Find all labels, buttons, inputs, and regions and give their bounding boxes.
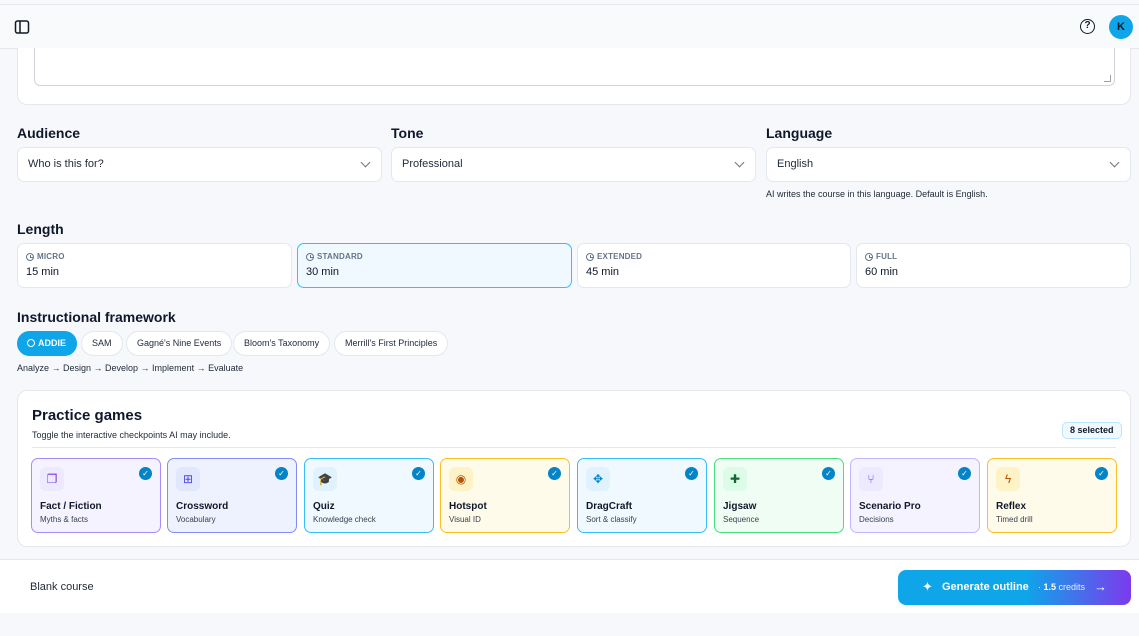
resize-grip-icon[interactable] [1104, 75, 1111, 82]
chevron-down-icon [734, 157, 745, 168]
audience-label: Audience [17, 125, 81, 141]
clock-icon [306, 252, 314, 261]
check-icon: ✓ [958, 467, 971, 480]
length-option-extended[interactable]: EXTENDED 45 min [577, 243, 851, 288]
crossword-icon: ⊞ [176, 467, 200, 491]
length-option-full[interactable]: FULL 60 min [856, 243, 1131, 288]
length-option-standard[interactable]: STANDARD 30 min [297, 243, 572, 288]
game-name: Crossword [176, 501, 229, 512]
audience-select[interactable]: Who is this for? [17, 147, 382, 182]
graduation-cap-icon: 🎓 [313, 467, 337, 491]
compass-icon [27, 339, 35, 347]
game-description: Knowledge check [313, 515, 376, 524]
length-option-value: 30 min [306, 266, 340, 278]
game-card-scenario-pro[interactable]: ⑂ ✓ Scenario Pro Decisions [850, 458, 980, 533]
language-value: English [777, 158, 814, 170]
framework-chip-gagn-s-nine-events[interactable]: Gagné's Nine Events [126, 331, 233, 356]
arrow-right-icon: → [1094, 579, 1107, 594]
game-description: Sort & classify [586, 515, 637, 524]
length-option-name: STANDARD [306, 252, 563, 261]
game-description: Timed drill [996, 515, 1033, 524]
check-icon: ✓ [275, 467, 288, 480]
help-icon[interactable]: ? [1080, 19, 1095, 34]
game-description: Visual ID [449, 515, 481, 524]
framework-chip-bloom-s-taxonomy[interactable]: Bloom's Taxonomy [233, 331, 331, 356]
check-icon: ✓ [1095, 467, 1108, 480]
framework-chip-addie[interactable]: ADDIE [17, 331, 78, 356]
game-name: Quiz [313, 501, 335, 512]
selected-count-badge: 8 selected [1062, 422, 1122, 439]
game-card-reflex[interactable]: ϟ ✓ Reflex Timed drill [987, 458, 1117, 533]
game-card-jigsaw[interactable]: ✚ ✓ Jigsaw Sequence [714, 458, 844, 533]
check-icon: ✓ [822, 467, 835, 480]
check-icon: ✓ [412, 467, 425, 480]
lightning-icon: ϟ [996, 467, 1020, 491]
description-textarea[interactable] [34, 48, 1115, 86]
framework-description: Analyze → Design → Develop → Implement →… [17, 363, 244, 373]
clock-icon [26, 252, 34, 261]
game-name: Fact / Fiction [40, 501, 102, 512]
generate-label: Generate outline [942, 581, 1029, 593]
game-card-dragcraft[interactable]: ✥ ✓ DragCraft Sort & classify [577, 458, 707, 533]
length-option-value: 60 min [865, 266, 899, 278]
game-name: Scenario Pro [859, 501, 921, 512]
check-icon: ✓ [685, 467, 698, 480]
length-option-micro[interactable]: MICRO 15 min [17, 243, 292, 288]
game-card-quiz[interactable]: 🎓 ✓ Quiz Knowledge check [304, 458, 434, 533]
games-subtitle: Toggle the interactive checkpoints AI ma… [32, 430, 231, 440]
avatar[interactable]: K [1109, 15, 1133, 39]
credits-label: · 1.5 credits [1038, 582, 1086, 592]
generate-outline-button[interactable]: ✦ Generate outline · 1.5 credits → [898, 570, 1131, 605]
game-description: Vocabulary [176, 515, 216, 524]
game-name: DragCraft [586, 501, 633, 512]
chevron-down-icon [360, 157, 371, 168]
game-description: Myths & facts [40, 515, 89, 524]
bottom-strip [0, 613, 1139, 636]
framework-chip-sam[interactable]: SAM [81, 331, 123, 356]
puzzle-icon: ✚ [723, 467, 747, 491]
description-card [17, 48, 1131, 105]
map-pin-icon: ◉ [449, 467, 473, 491]
tone-select[interactable]: Professional [391, 147, 756, 182]
language-hint: AI writes the course in this language. D… [766, 189, 988, 199]
language-label: Language [766, 125, 833, 141]
check-icon: ✓ [548, 467, 561, 480]
length-option-name: MICRO [26, 252, 283, 261]
framework-label: Instructional framework [17, 309, 176, 325]
branch-icon: ⑂ [859, 467, 883, 491]
clock-icon [586, 252, 594, 261]
audience-value: Who is this for? [28, 158, 104, 170]
language-select[interactable]: English [766, 147, 1131, 182]
length-option-value: 15 min [26, 266, 60, 278]
move-icon: ✥ [586, 467, 610, 491]
cards-icon: ❐ [40, 467, 64, 491]
tone-label: Tone [391, 125, 424, 141]
length-label: Length [17, 221, 64, 237]
length-option-value: 45 min [586, 266, 620, 278]
chevron-down-icon [1109, 157, 1120, 168]
clock-icon [865, 252, 873, 261]
footer-bar: Blank course ✦ Generate outline · 1.5 cr… [0, 559, 1139, 613]
sidebar-toggle-icon[interactable] [14, 19, 30, 35]
divider [32, 447, 1116, 448]
game-description: Decisions [859, 515, 894, 524]
length-option-name: EXTENDED [586, 252, 842, 261]
game-description: Sequence [723, 515, 760, 524]
check-icon: ✓ [139, 467, 152, 480]
game-name: Reflex [996, 501, 1027, 512]
length-option-name: FULL [865, 252, 1122, 261]
games-title: Practice games [32, 407, 143, 424]
game-card-hotspot[interactable]: ◉ ✓ Hotspot Visual ID [440, 458, 570, 533]
top-bar: ? K [0, 4, 1139, 49]
sparkles-icon: ✦ [922, 579, 933, 594]
game-name: Hotspot [449, 501, 487, 512]
game-card-fact-fiction[interactable]: ❐ ✓ Fact / Fiction Myths & facts [31, 458, 161, 533]
tone-value: Professional [402, 158, 463, 170]
framework-chip-merrill-s-first-principles[interactable]: Merrill's First Principles [334, 331, 449, 356]
game-card-crossword[interactable]: ⊞ ✓ Crossword Vocabulary [167, 458, 297, 533]
game-name: Jigsaw [723, 501, 757, 512]
blank-course-button[interactable]: Blank course [30, 581, 94, 593]
